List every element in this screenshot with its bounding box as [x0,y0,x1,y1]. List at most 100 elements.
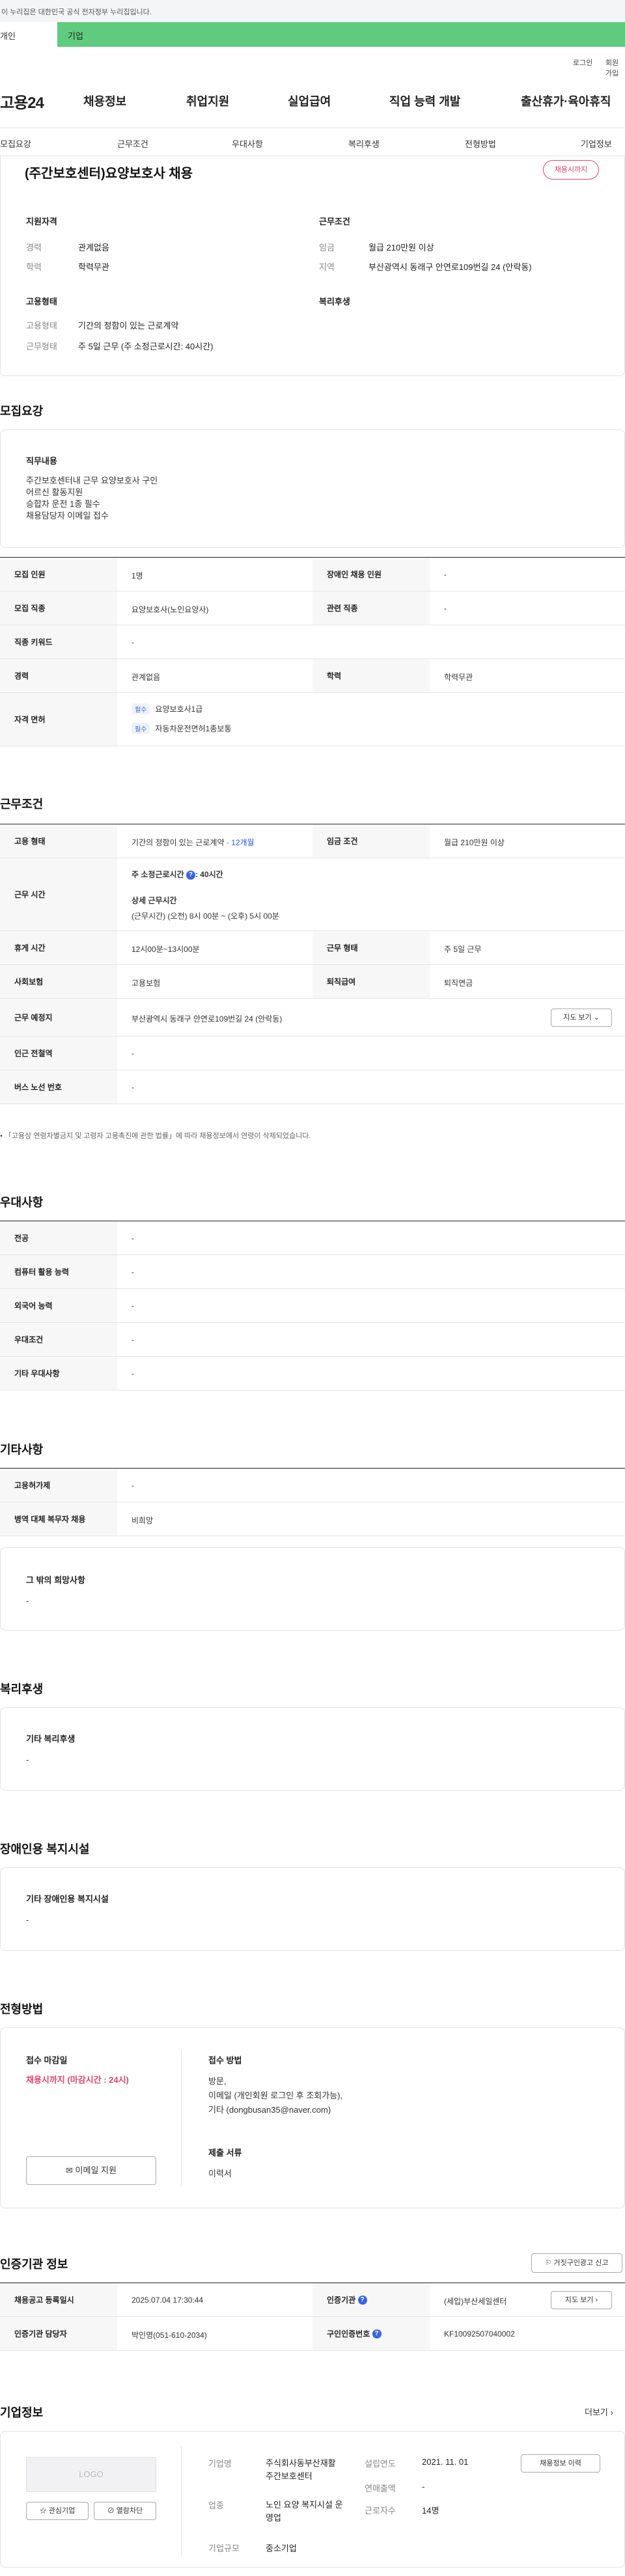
favorite-company-button[interactable]: ☆ 관심기업 [26,2502,89,2520]
sales-value: - [422,2482,425,2491]
info-icon[interactable]: ? [372,2329,382,2339]
tab-recruit[interactable]: 모집요강 [0,137,31,150]
industry-value: 노인 요양 복지시설 운영업 [266,2500,343,2523]
summary-region-value: 부산광역시 동래구 안연로109번길 24 (안락동) [368,262,532,272]
menu-unemployment-benefit[interactable]: 실업급여 [288,92,331,109]
table-header: 장애인 채용 인원 [312,558,430,591]
table-header: 직종 키워드 [0,625,117,658]
tab-work-conditions[interactable]: 근무조건 [117,137,148,150]
table-header: 기타 우대사항 [0,1357,117,1390]
table-header: 근무 형태 [312,931,430,964]
login-link[interactable]: 로그인 [573,57,592,68]
menu-employment-support[interactable]: 취업지원 [186,92,229,109]
table-cell: 기간의 정함이 있는 근로계약 · 12개월 [132,837,255,848]
table-cell: - [132,1301,134,1310]
duty-line: 승합차 운전 1종 필수 [26,499,100,509]
required-badge: 필수 [132,703,150,714]
table-cell: 학력무관 [444,673,473,682]
company-logo: LOGO [26,2457,156,2492]
agency-label: 인증기관 [327,2296,356,2305]
etc-heading: 기타사항 [0,1443,44,1456]
license-item: 필수 요양보호사1급 [132,703,202,714]
table-header: 고용허가제 [0,1469,117,1502]
table-cell: 부산광역시 동래구 안연로109번길 24 (안락동) [132,1014,283,1024]
table-header: 자격 면허 [0,693,117,746]
report-button[interactable]: ⚐ 거짓구인광고 신고 [531,2253,622,2273]
welfare-title: 기타 복리후생 [26,1734,76,1744]
wish-box [0,1547,625,1631]
disabled-facility-heading: 장애인용 복지시설 [0,1843,90,1856]
tab-company[interactable]: 기업정보 [581,137,612,150]
email-apply-button[interactable]: ✉ 이메일 지원 [26,2156,156,2185]
tab-selection[interactable]: 전형방법 [465,137,496,150]
required-badge: 필수 [132,723,150,734]
table-row: 근무 예정지 부산광역시 동래구 안연로109번길 24 (안락동) 지도 보기… [0,999,625,1037]
summary-welfare-title: 복리후생 [319,297,350,306]
map-button[interactable]: 지도 보기 ⌄ [551,1009,612,1027]
tab-preferences[interactable]: 우대사항 [232,137,263,150]
contract-months: 12개월 [231,838,255,847]
section-tabs: 모집요강 근무조건 우대사항 복리후생 전형방법 기업정보 [0,128,625,156]
block-icon: ⊘ [107,2507,115,2515]
age-notice: • 「고용상 연령차별금지 및 고령자 고용촉진에 관한 법률」에 따라 채용정… [0,1132,311,1140]
company-name-value: 주식회사동부산재활주간보호센터 [266,2458,336,2481]
job-history-button[interactable]: 채용정보 이력 [521,2454,600,2473]
info-icon[interactable]: ? [357,2295,367,2305]
company-more-link[interactable]: 더보기 › [585,2406,613,2418]
method-lines: 방문, 이메일 (개인회원 로그인 후 조회가능), 기타 (dongbusan… [208,2074,342,2117]
table-cell: - [132,1083,134,1092]
table-row: 휴게 시간 12시00분~13시00분 근무 형태 주 5일 근무 [0,931,625,965]
table-row: 직종 키워드 - [0,625,625,659]
method-line: 방문, [208,2076,227,2086]
table-cell: KF10092507040002 [444,2329,515,2339]
info-icon[interactable]: ? [186,870,195,880]
employees-label: 근로자수 [365,2506,396,2515]
site-logo[interactable]: 고용24 [0,90,44,113]
block-company-button[interactable]: ⊘ 열람차단 [94,2502,156,2520]
disabled-facility-value: - [26,1915,29,1925]
signup-link[interactable]: 회원가입 [605,57,625,78]
summary-edu-label: 학력 [26,262,42,272]
map-button-label: 지도 보기 [563,1014,592,1022]
agency-map-button[interactable]: 지도 보기 › [551,2291,612,2309]
summary-worktype-value: 주 5일 근무 (주 소정근로시간: 40시간) [78,342,214,351]
table-cell: - [132,1481,134,1490]
summary-qualification-title: 지원자격 [26,217,57,226]
summary-emp-value: 기간의 정함이 있는 근로계약 [78,321,179,331]
table-row: 인근 전철역 - [0,1037,625,1070]
menu-vocational-training[interactable]: 직업 능력 개발 [389,92,460,109]
table-cell: 주 5일 근무 [444,945,482,954]
table-header: 경력 [0,659,117,692]
table-row: 자격 면허 필수 요양보호사1급 필수 자동차운전면허1종보통 [0,693,625,746]
employees-value: 14명 [422,2506,439,2515]
table-cell: - [444,604,447,613]
tab-individual[interactable]: 개인 [0,22,57,47]
mail-icon: ✉ [66,2165,73,2175]
tab-company[interactable]: 기업 [68,29,83,42]
agency-map-label: 지도 보기 [564,2296,594,2304]
emp-type-value: 기간의 정함이 있는 근로계약 · [132,838,232,847]
table-cell: (세입)부산세일센터 [444,2297,507,2306]
table-cell: 1명 [132,571,143,580]
table-header: 고용 형태 [0,824,117,858]
favorite-label: 관심기업 [48,2507,76,2515]
weekly-hours-value: : 40시간 [195,870,223,879]
table-row: 기타 우대사항 - [0,1357,625,1390]
job-title: (주간보호센터)요양보호사 채용 [25,167,193,181]
company-more-label: 더보기 [585,2407,608,2417]
member-type-bar: 개인 기업 [0,22,625,47]
deadline-badge: 채용시까지 [543,160,599,180]
table-header: 임금 조건 [312,824,430,858]
report-button-label: 거짓구인광고 신고 [553,2259,609,2267]
menu-jobs[interactable]: 채용정보 [83,92,126,109]
table-header: 관련 직종 [312,591,430,625]
table-cell: - [132,638,134,647]
summary-career-value: 관계없음 [78,243,109,252]
table-row: 외국어 능력 - [0,1289,625,1323]
menu-maternity-leave[interactable]: 출산휴가·육아휴직 [521,92,611,109]
summary-employment-title: 고용형태 [26,297,57,306]
tab-welfare[interactable]: 복리후생 [348,137,380,150]
table-row: 고용허가제 - [0,1469,625,1502]
method-title: 접수 방법 [208,2055,242,2065]
table-header: 병역 대체 복무자 채용 [0,1502,117,1536]
